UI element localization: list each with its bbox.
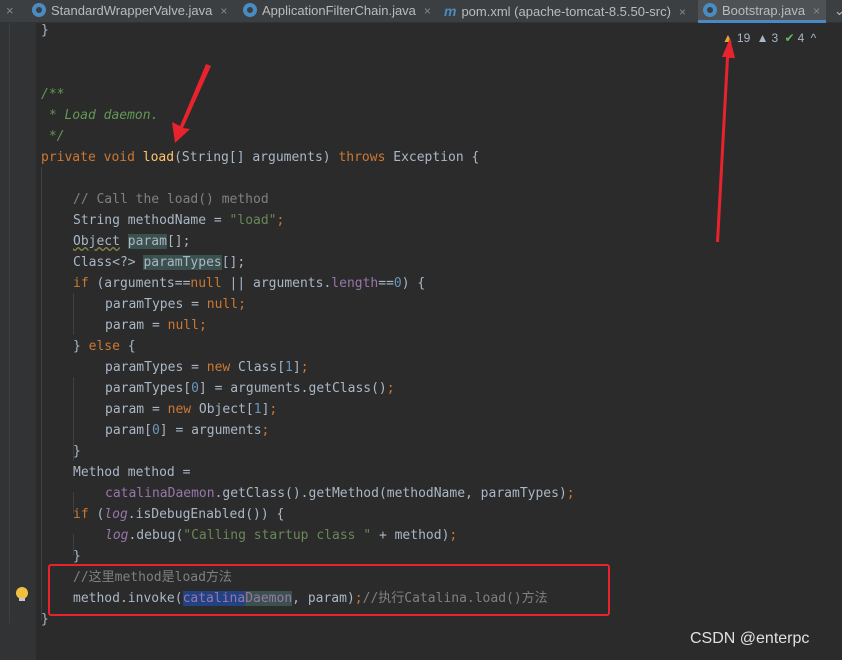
code-line: Method method = [73,465,191,480]
java-class-icon [243,3,257,17]
code-line: * Load daemon. [41,108,159,123]
tab-label: Bootstrap.java [722,3,806,18]
code-line: } else { [73,339,136,354]
indent-guide [9,23,10,623]
code-line: catalinaDaemon.getClass().getMethod(meth… [105,486,575,501]
csdn-watermark: CSDN @enterpc [690,630,810,647]
tab-close-icon[interactable]: × [679,5,686,19]
code-line: } [41,23,49,38]
warning-icon: ▲ [722,31,734,45]
code-line: String methodName = "load"; [73,213,285,228]
java-class-icon [703,3,717,17]
tab-scroll-left[interactable]: × [0,0,14,22]
code-line: if (log.isDebugEnabled()) { [73,507,285,522]
code-line: } [73,444,81,459]
typo-count: 4 [797,31,805,45]
lightbulb-icon[interactable] [16,587,28,601]
tab-label: pom.xml (apache-tomcat-8.5.50-src) [461,4,671,19]
indent-guide [41,167,42,620]
code-line: */ [41,129,65,144]
inspection-widget[interactable]: ▲ 19 ▲ 3 ✔ 4 ^ [722,31,819,45]
tab-bootstrap[interactable]: Bootstrap.java × [698,0,827,23]
code-line: Object param[]; [73,234,191,249]
tab-close-icon[interactable]: × [813,4,820,18]
chevron-up-icon[interactable]: ^ [811,31,817,45]
code-line: paramTypes[0] = arguments.getClass(); [105,381,395,396]
tab-standardwrappervalve[interactable]: StandardWrapperValve.java × [32,0,227,22]
tab-label: StandardWrapperValve.java [51,3,213,18]
load-method-name: load [142,150,175,165]
warning-count: 19 [736,31,751,45]
code-line: paramTypes = new Class[1]; [105,360,309,375]
tab-pom-xml[interactable]: m pom.xml (apache-tomcat-8.5.50-src) × [444,0,686,22]
typo-check-icon: ✔ [784,31,795,45]
code-line: param = null; [105,318,207,333]
annotation-red-box [48,564,610,616]
indent-guide [73,293,74,335]
tab-applicationfilterchain[interactable]: ApplicationFilterChain.java × [243,0,431,22]
editor-tab-bar: × StandardWrapperValve.java × Application… [0,0,842,23]
tab-close-icon[interactable]: × [424,4,431,18]
code-line: if (arguments==null || arguments.length=… [73,276,426,291]
code-line: /** [41,87,65,102]
code-line: // Call the load() method [73,192,269,207]
chevron-down-icon[interactable]: ⌄ [834,3,842,18]
tab-close-icon[interactable]: × [220,4,227,18]
weak-warning-count: 3 [771,31,779,45]
code-line: param = new Object[1]; [105,402,278,417]
tab-close-icon[interactable]: × [6,3,14,18]
code-line-load-declaration: private void load(String[] arguments) th… [41,150,480,165]
weak-warning-icon: ▲ [756,31,769,45]
code-line: paramTypes = null; [105,297,246,312]
maven-icon: m [444,3,457,19]
code-line: Class<?> paramTypes[]; [73,255,246,270]
tab-overflow-menu[interactable]: ⌄ [834,0,842,22]
java-class-icon [32,3,46,17]
code-line: param[0] = arguments; [105,423,270,438]
tab-label: ApplicationFilterChain.java [262,3,416,18]
code-line: log.debug("Calling startup class " + met… [105,528,458,543]
